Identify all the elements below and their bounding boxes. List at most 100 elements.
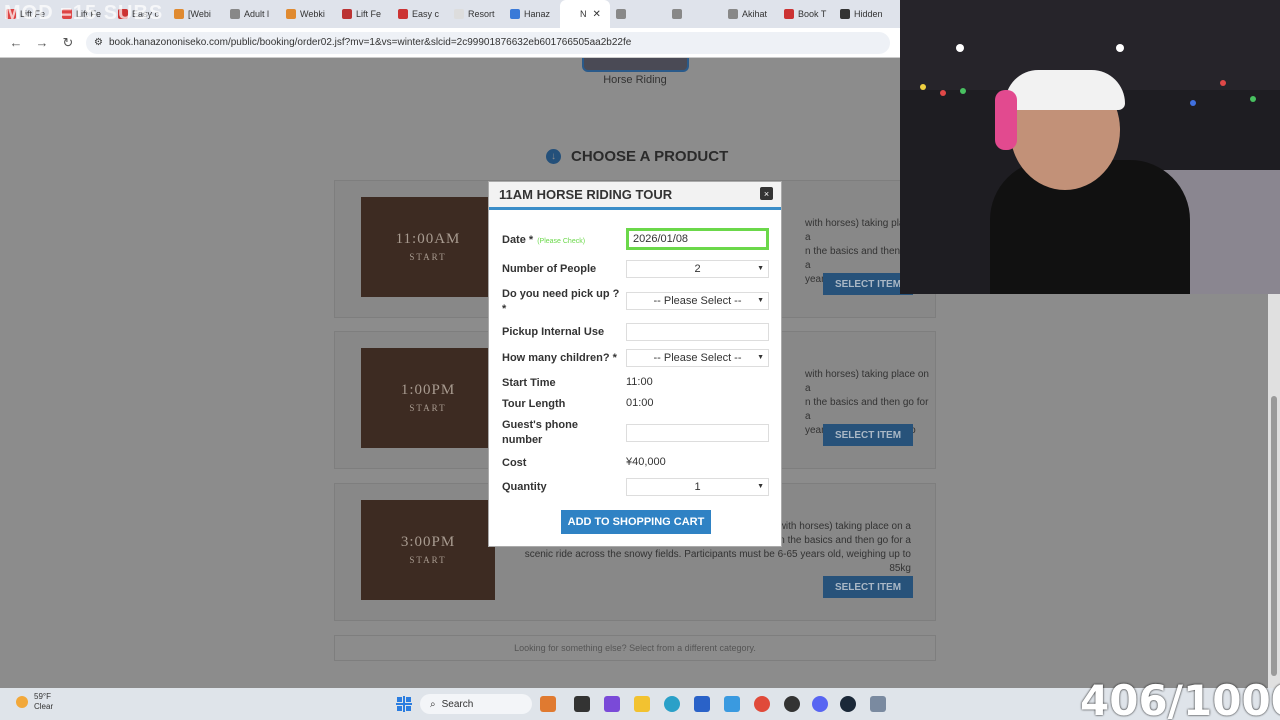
browser-tab[interactable]: Lift Fe xyxy=(336,0,392,28)
back-icon[interactable]: ← xyxy=(8,35,24,50)
discord-icon[interactable] xyxy=(812,696,828,712)
site-info-icon[interactable]: ⚙ xyxy=(94,37,103,48)
pickup-label: Do you need pick up ? * xyxy=(502,287,622,317)
snipping-tool-icon[interactable] xyxy=(870,696,886,712)
tab-favicon-icon xyxy=(398,9,408,19)
streamer-cap xyxy=(1005,70,1125,110)
scroll-thumb[interactable] xyxy=(1271,396,1277,676)
date-field[interactable]: 2026/01/08 xyxy=(626,228,769,250)
tab-label: [Webi xyxy=(188,9,211,19)
url-field[interactable]: ⚙ book.hanazononiseko.com/public/booking… xyxy=(86,31,890,54)
tour-length-label: Tour Length xyxy=(502,398,566,410)
product-start: START xyxy=(409,555,447,565)
product-start: START xyxy=(409,252,447,262)
windows-start-icon[interactable] xyxy=(396,696,412,712)
task-view-icon[interactable] xyxy=(574,696,590,712)
weather-icon xyxy=(16,696,28,708)
pickup-value: -- Please Select -- xyxy=(653,295,742,307)
date-label: Date * (Please Check) xyxy=(502,233,585,249)
app-icon[interactable] xyxy=(784,696,800,712)
select-item-button[interactable]: SELECT ITEM xyxy=(823,424,913,446)
edge-icon[interactable] xyxy=(664,696,680,712)
product-start: START xyxy=(409,403,447,413)
pickup-select[interactable]: -- Please Select -- ▼ xyxy=(626,292,769,310)
widgets-icon[interactable] xyxy=(540,696,556,712)
cost-value: ¥40,000 xyxy=(626,456,666,468)
address-bar: ← → ↻ ⚙ book.hanazononiseko.com/public/b… xyxy=(0,28,900,58)
tab-close-icon[interactable]: ✕ xyxy=(593,9,601,20)
browser-tab[interactable] xyxy=(666,0,722,28)
app-icon[interactable] xyxy=(604,696,620,712)
browser-tab[interactable]: Resort xyxy=(448,0,504,28)
tab-label: Book T xyxy=(798,9,827,19)
string-light xyxy=(1220,80,1226,86)
phone-label: Guest's phone number xyxy=(502,418,578,448)
taskbar-search[interactable]: ⌕ Search xyxy=(420,694,532,714)
store-icon[interactable] xyxy=(694,696,710,712)
phone-label-line1: Guest's phone xyxy=(502,419,578,431)
section-title: ↓ CHOOSE A PRODUCT xyxy=(546,148,728,165)
cost-label: Cost xyxy=(502,457,527,469)
browser-tab[interactable] xyxy=(610,0,666,28)
string-light xyxy=(940,90,946,96)
booking-modal: 11AM HORSE RIDING TOUR × Date * (Please C… xyxy=(488,181,782,547)
url-text: book.hanazononiseko.com/public/booking/o… xyxy=(108,37,632,48)
browser-tab[interactable]: Webki xyxy=(280,0,336,28)
browser-tab[interactable]: Hanaz xyxy=(504,0,560,28)
horse-riding-caption[interactable]: Horse Riding xyxy=(580,74,690,86)
select-item-button[interactable]: SELECT ITEM xyxy=(823,576,913,598)
product-time: 1:00PM xyxy=(400,382,456,398)
string-light xyxy=(1250,96,1256,102)
horse-riding-image[interactable] xyxy=(582,58,689,72)
app-icon[interactable] xyxy=(724,696,740,712)
modal-title: 11AM HORSE RIDING TOUR xyxy=(499,187,673,202)
people-select[interactable]: 2 ▼ xyxy=(626,260,769,278)
string-light xyxy=(960,88,966,94)
tab-favicon-icon xyxy=(230,9,240,19)
quantity-value: 1 xyxy=(694,481,701,493)
tab-label: Resort xyxy=(468,9,495,19)
date-label-text: Date * xyxy=(502,234,534,246)
ceiling-light xyxy=(956,44,964,52)
tab-favicon-icon xyxy=(286,9,296,19)
browser-tab[interactable]: Hidden xyxy=(834,0,890,28)
tab-favicon-icon xyxy=(616,9,626,19)
start-time-value: 11:00 xyxy=(626,376,653,388)
different-category-link[interactable]: Looking for something else? Select from … xyxy=(334,635,936,661)
caret-down-icon: ▼ xyxy=(757,354,764,361)
browser-tab[interactable]: Easy c xyxy=(392,0,448,28)
browser-tab[interactable]: [Webi xyxy=(168,0,224,28)
browser-tab[interactable]: Adult l xyxy=(224,0,280,28)
quantity-select[interactable]: 1 ▼ xyxy=(626,478,769,496)
webcam-overlay xyxy=(900,0,1280,294)
browser-tab[interactable]: Book T xyxy=(778,0,834,28)
phone-field[interactable] xyxy=(626,424,769,442)
pickup-label-text: Do you need pick up ? xyxy=(502,288,620,300)
chrome-icon[interactable] xyxy=(754,696,770,712)
tab-favicon-icon xyxy=(672,9,682,19)
product-time: 3:00PM xyxy=(400,534,456,550)
tab-label: Lift Fe xyxy=(356,9,382,19)
tab-favicon-icon xyxy=(784,9,794,19)
caret-down-icon: ▼ xyxy=(757,297,764,304)
add-to-cart-button[interactable]: ADD TO SHOPPING CART xyxy=(561,510,711,534)
reload-icon[interactable]: ↻ xyxy=(60,35,76,51)
product-image: 1:00PM START xyxy=(361,348,495,448)
browser-tab[interactable]: N ✕ xyxy=(560,0,610,28)
weather-temp: 59°F xyxy=(34,692,51,701)
forward-icon[interactable]: → xyxy=(34,35,50,50)
children-select[interactable]: -- Please Select -- ▼ xyxy=(626,349,769,367)
ceiling-light xyxy=(1116,44,1124,52)
browser-tab[interactable]: Akihat xyxy=(722,0,778,28)
file-explorer-icon[interactable] xyxy=(634,696,650,712)
modal-header: 11AM HORSE RIDING TOUR × xyxy=(489,182,781,210)
string-light xyxy=(920,84,926,90)
tab-favicon-icon xyxy=(566,9,576,19)
steam-icon[interactable] xyxy=(840,696,856,712)
weather-widget[interactable]: 59°F Clear xyxy=(16,692,53,712)
tab-label: Hanaz xyxy=(524,9,551,19)
pickup-internal-field[interactable] xyxy=(626,323,769,341)
weather-text: Clear xyxy=(34,702,54,711)
tab-label: Akihat xyxy=(742,9,768,19)
close-icon[interactable]: × xyxy=(760,187,773,200)
